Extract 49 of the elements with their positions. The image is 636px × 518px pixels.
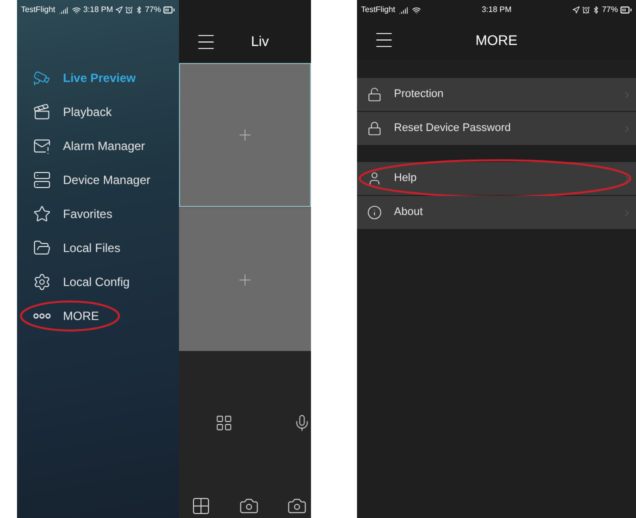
wifi-icon [72, 6, 82, 14]
layout-icon[interactable] [215, 414, 233, 432]
carrier-label: TestFlight [361, 4, 396, 16]
info-icon [367, 205, 382, 220]
drawer-item[interactable]: Live Preview [27, 65, 144, 91]
location-icon [114, 6, 123, 14]
alarm-icon [124, 6, 133, 14]
screen-title: MORE [474, 30, 518, 50]
battery-percent: 77% [144, 4, 161, 16]
star-icon [33, 205, 51, 223]
battery-percent: 77% [602, 4, 618, 16]
carrier-label: TestFlight [21, 4, 56, 16]
clock-time: 3:18 PM [482, 4, 512, 16]
drawer-item[interactable]: Alarm Manager [27, 133, 154, 159]
drawer-item[interactable]: Favorites [27, 201, 120, 227]
bluetooth-icon [592, 6, 600, 14]
drawer-item[interactable]: Device Manager [27, 167, 158, 193]
bluetooth-icon [134, 6, 143, 14]
camera-icon[interactable] [287, 496, 307, 516]
cctv-icon [33, 69, 51, 87]
settings-icon [33, 273, 51, 291]
menu-row[interactable]: Protection [357, 78, 636, 111]
drawer-item[interactable]: Local Files [27, 235, 128, 261]
battery-icon [162, 4, 175, 16]
envelope-warning-icon [33, 137, 51, 155]
camera-icon[interactable] [239, 496, 259, 516]
more-icon [33, 313, 51, 319]
signal-icon [399, 6, 408, 14]
wifi-icon [412, 6, 422, 14]
video-tile[interactable] [179, 207, 311, 351]
video-tile[interactable] [179, 63, 311, 207]
server-icon [33, 171, 51, 189]
menu-row[interactable]: Help [357, 162, 636, 195]
screen-title: Liv [251, 32, 269, 51]
drawer-item[interactable]: Local Config [27, 269, 138, 295]
location-icon [572, 6, 580, 14]
menu-row[interactable]: About [357, 196, 636, 229]
drawer-item[interactable]: Playback [27, 99, 120, 125]
signal-icon [59, 6, 68, 14]
menu-row[interactable]: Reset Device Password [357, 112, 636, 145]
person-icon [367, 171, 382, 186]
clock-time: 3:18 PM [83, 4, 113, 16]
grid-icon[interactable] [191, 496, 211, 516]
battery-icon [620, 4, 632, 16]
film-icon [33, 103, 51, 121]
lock-icon [367, 121, 382, 136]
unlocked-icon [367, 87, 382, 102]
folder-icon [33, 239, 51, 257]
alarm-icon [582, 6, 590, 14]
